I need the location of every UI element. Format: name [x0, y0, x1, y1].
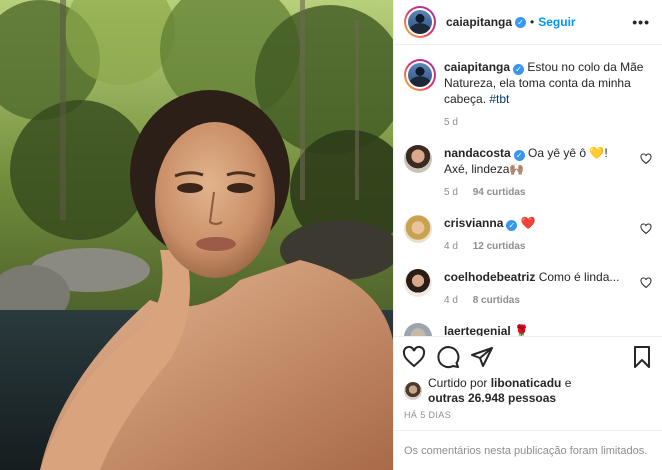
comment-text: Como é linda...: [538, 270, 620, 284]
likes-count[interactable]: outras 26.948 pessoas: [428, 391, 556, 405]
comment-text: ❤️: [520, 216, 536, 230]
author-username[interactable]: caiapitanga: [446, 15, 512, 29]
caption: caiapitanga ✓ Estou no colo da Mãe Nature…: [404, 59, 652, 131]
bookmark-icon[interactable]: [630, 345, 654, 369]
post-photo[interactable]: [0, 0, 393, 470]
comment-body: laertegenial 🌹: [444, 323, 652, 336]
commenter-avatar[interactable]: [404, 215, 432, 243]
comment-time[interactable]: 4 d: [444, 295, 458, 306]
caption-meta: 5 d: [444, 115, 652, 131]
post-side-panel: caiapitanga ✓ • Seguir ••• caiapitanga ✓ …: [393, 0, 662, 470]
like-heart-icon[interactable]: [402, 345, 426, 369]
commenter-avatar[interactable]: [404, 145, 432, 173]
verified-icon: ✓: [513, 150, 525, 161]
comment-item: laertegenial 🌹: [404, 323, 652, 336]
comment-likes[interactable]: 94 curtidas: [473, 187, 526, 198]
comment-username[interactable]: nandacosta: [444, 146, 511, 160]
author-avatar[interactable]: [404, 6, 436, 38]
header-separator: •: [530, 15, 535, 29]
hashtag-link[interactable]: #tbt: [489, 92, 509, 106]
likes-text: Curtido por libonaticadu e outras 26.948…: [428, 376, 571, 406]
follow-button[interactable]: Seguir: [538, 15, 575, 29]
comment-meta: 5 d 94 curtidas: [444, 185, 634, 201]
like-comment-heart-icon[interactable]: [640, 153, 652, 165]
comment-text: 🌹: [514, 324, 529, 336]
like-comment-heart-icon[interactable]: [640, 277, 652, 289]
comment-meta: 4 d 12 curtidas: [444, 239, 634, 255]
comment-item: coelhodebeatriz Como é linda... 4 d 8 cu…: [404, 269, 652, 309]
caption-time[interactable]: 5 d: [444, 117, 458, 128]
liker-avatar[interactable]: [404, 382, 422, 400]
comment-item: nandacosta ✓ Oa yê yê ô 💛! Axé, lindeza🙌🏽…: [404, 145, 652, 201]
comment-time[interactable]: 4 d: [444, 241, 458, 252]
likes-prefix: Curtido por: [428, 376, 488, 390]
more-options-icon[interactable]: •••: [632, 14, 650, 30]
verified-icon: ✓: [515, 16, 527, 28]
share-paper-plane-icon[interactable]: [470, 345, 494, 369]
verified-icon: ✓: [506, 220, 518, 231]
comments-limited-notice: Os comentários nesta publicação foram li…: [394, 430, 662, 470]
post-actions: [394, 336, 662, 376]
caption-avatar[interactable]: [404, 59, 436, 91]
like-comment-heart-icon[interactable]: [640, 223, 652, 235]
comment-likes[interactable]: 12 curtidas: [473, 241, 526, 252]
comment-body: crisvianna ✓ ❤️ 4 d 12 curtidas: [444, 215, 634, 255]
liker-username[interactable]: libonaticadu: [491, 376, 562, 390]
comment-username[interactable]: crisvianna: [444, 216, 503, 230]
comment-time[interactable]: 5 d: [444, 187, 458, 198]
commenter-avatar[interactable]: [404, 323, 432, 336]
comment-likes[interactable]: 8 curtidas: [473, 295, 520, 306]
photo-illustration: [0, 0, 393, 470]
verified-icon: ✓: [513, 64, 525, 75]
comment-bubble-icon[interactable]: [436, 345, 460, 369]
comment-username[interactable]: coelhodebeatriz: [444, 270, 535, 284]
comment-username[interactable]: laertegenial: [444, 324, 511, 336]
post-modal: caiapitanga ✓ • Seguir ••• caiapitanga ✓ …: [0, 0, 662, 470]
caption-body: caiapitanga ✓ Estou no colo da Mãe Nature…: [444, 59, 652, 131]
post-timestamp[interactable]: HÁ 5 DIAS: [394, 406, 662, 430]
likes-connector: e: [564, 376, 572, 390]
comment-body: coelhodebeatriz Como é linda... 4 d 8 cu…: [444, 269, 634, 309]
post-header: caiapitanga ✓ • Seguir •••: [394, 0, 662, 45]
comments-list: caiapitanga ✓ Estou no colo da Mãe Nature…: [394, 45, 662, 336]
caption-username[interactable]: caiapitanga: [444, 60, 510, 74]
commenter-avatar[interactable]: [404, 269, 432, 297]
likes-summary: Curtido por libonaticadu e outras 26.948…: [394, 376, 662, 406]
comment-body: nandacosta ✓ Oa yê yê ô 💛! Axé, lindeza🙌🏽…: [444, 145, 634, 201]
comment-item: crisvianna ✓ ❤️ 4 d 12 curtidas: [404, 215, 652, 255]
comment-meta: 4 d 8 curtidas: [444, 293, 634, 309]
